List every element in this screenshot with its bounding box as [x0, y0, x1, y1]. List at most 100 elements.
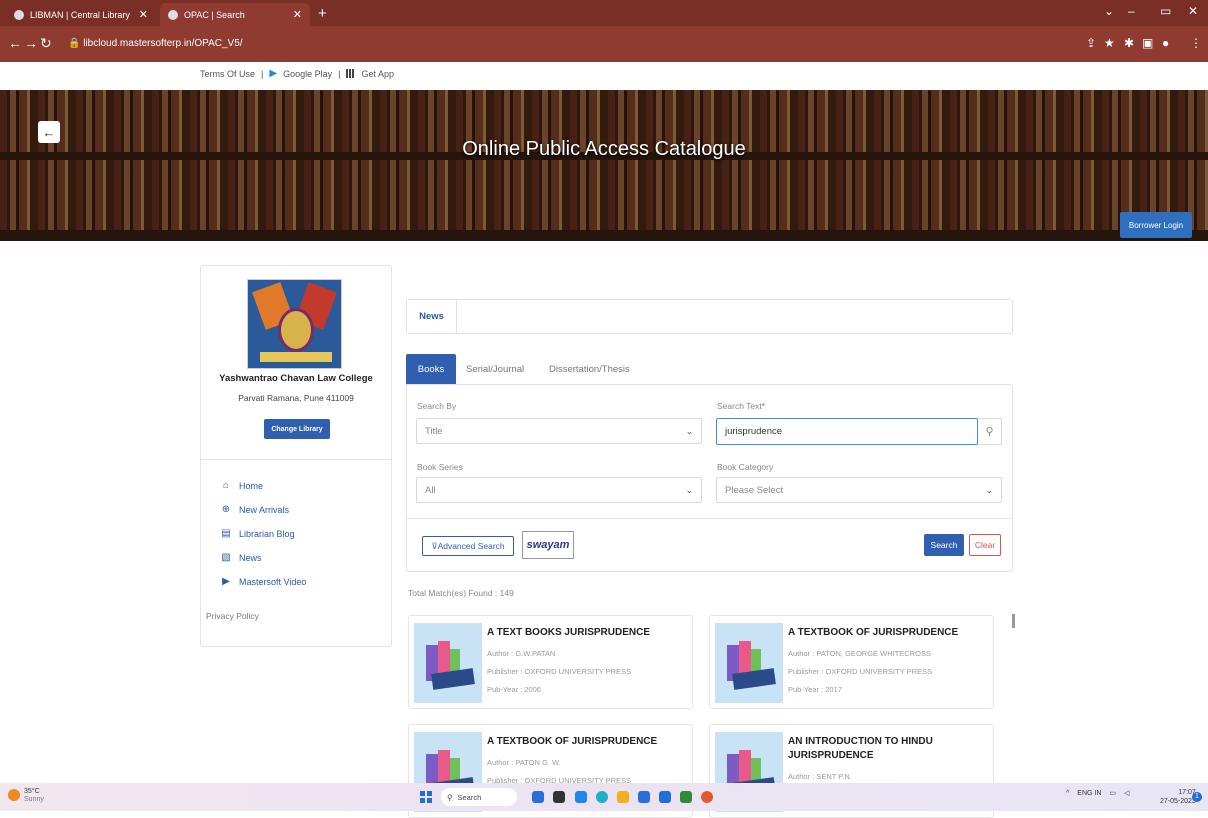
sidebar-item-label: News [239, 552, 262, 563]
tab-title: LIBMAN | Central Library [30, 9, 130, 20]
blog-icon: ▤ [221, 528, 231, 539]
page-title: Online Public Access Catalogue [462, 138, 746, 160]
search-text-label: Search Text* [717, 401, 766, 411]
windows-taskbar: 35°C Sunny ⚲ Search ^ ENG IN ▭ ◁ 17:07 27-0… [0, 783, 1208, 811]
book-publisher: Publisher : OXFORD UNIVERSITY PRESS [487, 667, 632, 676]
book-title[interactable]: AN INTRODUCTION TO HINDU JURISPRUDENCE [788, 735, 988, 763]
book-category-select[interactable]: Please Select ⌄ [716, 477, 1002, 503]
notification-badge[interactable]: 1 [1192, 792, 1202, 802]
sidebar-item-label: New Arrivals [239, 504, 290, 515]
taskbar-app-icon[interactable] [553, 791, 565, 803]
sidebar-item-label: Home [239, 480, 264, 491]
network-icon[interactable]: ▭ [1109, 789, 1116, 797]
clear-button[interactable]: Clear [969, 534, 1001, 556]
separator: | [261, 68, 264, 79]
share-icon[interactable]: ⇪ [1086, 36, 1096, 50]
extensions-icon[interactable]: ✱ [1124, 36, 1134, 50]
search-icon[interactable]: ⚲ [978, 418, 1002, 445]
tab-news[interactable]: News [407, 300, 457, 333]
privacy-policy-link[interactable]: Privacy Policy [206, 611, 259, 621]
close-tab-icon[interactable]: ✕ [139, 8, 148, 21]
book-title[interactable]: A TEXT BOOKS JURISPRUDENCE [487, 626, 687, 640]
required-mark: * [761, 401, 766, 411]
taskbar-app-icon[interactable] [638, 791, 650, 803]
sidebar-item-mastersoft-video[interactable]: ▶ Mastersoft Video [221, 576, 306, 587]
taskbar-app-icon[interactable] [532, 791, 544, 803]
excel-icon[interactable] [680, 791, 692, 803]
edge-icon[interactable] [596, 791, 608, 803]
window-close-icon[interactable]: ✕ [1188, 4, 1198, 18]
weather-widget[interactable]: 35°C Sunny [24, 788, 44, 804]
google-play-icon: ▶ [269, 68, 278, 79]
browser-tab-opac[interactable]: OPAC | Search ✕ [160, 3, 310, 26]
book-title[interactable]: A TEXTBOOK OF JURISPRUDENCE [788, 626, 988, 640]
swayam-logo[interactable]: swayam [522, 531, 574, 559]
book-year: Pub-Year : 2017 [788, 685, 842, 694]
book-series-select[interactable]: All ⌄ [416, 477, 702, 503]
top-links: Terms Of Use | ▶ Google Play | Get App [200, 68, 394, 79]
google-play-link[interactable]: Google Play [283, 69, 332, 79]
windows-start-icon[interactable] [420, 791, 432, 803]
search-by-select[interactable]: Title ⌄ [416, 418, 702, 444]
minimize-icon[interactable]: – [1128, 4, 1135, 18]
get-app-link[interactable]: Get App [361, 69, 394, 79]
chevron-down-icon: ⌄ [685, 484, 693, 495]
scrollbar[interactable] [1012, 614, 1015, 628]
divider [407, 518, 1012, 519]
lock-icon: 🔒 [68, 38, 84, 49]
new-tab-icon[interactable]: + [318, 5, 327, 22]
close-tab-icon[interactable]: ✕ [293, 8, 302, 21]
book-thumbnail [414, 623, 482, 703]
file-explorer-icon[interactable] [617, 791, 629, 803]
menu-kebab-icon[interactable]: ⋮ [1190, 36, 1202, 50]
back-icon[interactable]: ← [8, 35, 22, 51]
borrower-login-button[interactable]: Borrower Login [1120, 212, 1192, 238]
clock[interactable]: 17:07 27-05-2023 [1160, 788, 1196, 806]
globe-icon: ⊕ [221, 504, 231, 515]
terms-link[interactable]: Terms Of Use [200, 69, 255, 79]
forward-icon[interactable]: → [24, 35, 38, 51]
tab-dissertation-thesis[interactable]: Dissertation/Thesis [549, 354, 630, 384]
taskbar-app-icon[interactable] [575, 791, 587, 803]
language-indicator[interactable]: ENG IN [1077, 790, 1101, 797]
search-text-input[interactable]: jurisprudence [716, 418, 978, 445]
browser-tab-bar: LIBMAN | Central Library ✕ OPAC | Search… [0, 0, 1208, 26]
sidebar-item-news[interactable]: ▧ News [221, 552, 262, 563]
result-card[interactable]: A TEXTBOOK OF JURISPRUDENCE Author : PAT… [709, 615, 994, 709]
library-banner [0, 90, 1208, 241]
college-name: Yashwantrao Chavan Law College [219, 373, 373, 384]
reload-icon[interactable]: ↻ [40, 35, 52, 52]
search-button[interactable]: Search [924, 534, 964, 556]
mail-icon[interactable] [659, 791, 671, 803]
book-category-label: Book Category [717, 462, 774, 472]
result-card[interactable]: A TEXT BOOKS JURISPRUDENCE Author : G.W.… [408, 615, 693, 709]
chevron-up-icon[interactable]: ^ [1066, 790, 1069, 797]
tab-books[interactable]: Books [406, 354, 456, 384]
search-by-label: Search By [417, 401, 457, 411]
book-title[interactable]: A TEXTBOOK OF JURISPRUDENCE [487, 735, 687, 749]
qr-code-icon [346, 69, 356, 78]
sidebar-item-new-arrivals[interactable]: ⊕ New Arrivals [221, 504, 289, 515]
taskbar-search[interactable]: ⚲ Search [441, 788, 517, 806]
book-publisher: Publisher : OXFORD UNIVERSITY PRESS [788, 667, 933, 676]
chrome-icon[interactable] [701, 791, 713, 803]
browser-tab-libman[interactable]: LIBMAN | Central Library ✕ [6, 3, 156, 26]
book-series-label: Book Series [417, 462, 463, 472]
profile-avatar-icon[interactable]: ● [1162, 36, 1169, 50]
sidepanel-icon[interactable]: ▣ [1142, 36, 1153, 50]
sidebar-item-librarian-blog[interactable]: ▤ Librarian Blog [221, 528, 294, 539]
tab-serial-journal[interactable]: Serial/Journal [466, 354, 524, 384]
sidebar-item-home[interactable]: ⌂ Home [221, 480, 263, 491]
change-library-button[interactable]: Change Library [264, 419, 330, 439]
selected-value: Title [425, 425, 443, 437]
volume-icon[interactable]: ◁ [1124, 789, 1129, 797]
advanced-search-button[interactable]: ⊽ Advanced Search [422, 536, 514, 556]
chevron-down-icon: ⌄ [985, 484, 993, 495]
tab-search-icon[interactable]: ⌄ [1104, 4, 1114, 18]
url-field[interactable]: 🔒 libcloud.mastersofterp.in/OPAC_V5/ [58, 34, 1038, 54]
system-tray[interactable]: ^ ENG IN ▭ ◁ [1066, 789, 1129, 798]
weather-sun-icon[interactable] [8, 789, 20, 801]
maximize-icon[interactable]: ▭ [1160, 4, 1171, 18]
bookmark-star-icon[interactable]: ★ [1104, 36, 1115, 50]
book-author: Author : SENT P.N. [788, 772, 852, 781]
